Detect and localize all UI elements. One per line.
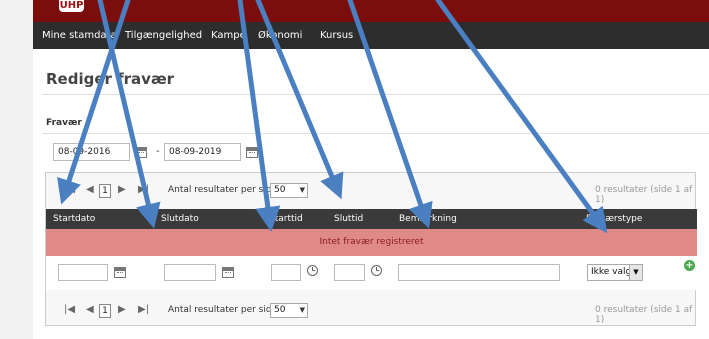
empty-state-message: Intet fravær registreret xyxy=(319,237,424,247)
per-page-select[interactable]: 50 ▼ xyxy=(270,303,308,318)
column-header-sluttid[interactable]: Sluttid xyxy=(334,209,363,229)
page: UHP Mine stamdata Tilgængelighed Kampe Ø… xyxy=(0,0,709,339)
section-label: Fravær xyxy=(46,118,82,128)
pager-status: 0 resultater (side 1 af 1) xyxy=(595,305,693,325)
first-page-icon[interactable]: |◀ xyxy=(64,184,75,195)
column-header-startdato[interactable]: Startdato xyxy=(53,209,95,229)
add-icon[interactable]: + xyxy=(684,260,695,271)
left-gutter xyxy=(0,0,33,339)
nav-item-okonomi[interactable]: Økonomi xyxy=(258,22,302,49)
prev-page-icon[interactable]: ◀ xyxy=(86,184,94,195)
page-title: Rediger fravær xyxy=(46,70,175,88)
nav-item-kampe[interactable]: Kampe xyxy=(211,22,246,49)
brand-logo[interactable]: UHP xyxy=(59,0,84,12)
new-end-time-input[interactable] xyxy=(334,264,365,281)
pager-bottom: |◀ ◀ 1 ▶ ▶| Antal resultater per side 50… xyxy=(46,298,697,325)
per-page-label: Antal resultater per side xyxy=(168,185,278,195)
per-page-label: Antal resultater per side xyxy=(168,305,278,315)
to-date-input[interactable]: 08-09-2019 xyxy=(164,143,241,161)
calendar-icon[interactable] xyxy=(246,147,258,158)
column-header-bemaerkning[interactable]: Bemærkning xyxy=(399,209,457,229)
absence-type-select[interactable]: Ikke valgt ▼ xyxy=(587,264,643,281)
new-start-date-input[interactable] xyxy=(58,264,108,281)
main-content: UHP Mine stamdata Tilgængelighed Kampe Ø… xyxy=(33,0,709,339)
per-page-select[interactable]: 50 ▼ xyxy=(270,183,308,198)
new-remark-input[interactable] xyxy=(398,264,560,281)
pager-current-page[interactable]: 1 xyxy=(99,304,111,318)
calendar-icon[interactable] xyxy=(135,147,147,158)
column-header-fravaerstype[interactable]: Fraværstype xyxy=(586,209,642,229)
from-date-input[interactable]: 08-09-2016 xyxy=(53,143,130,161)
prev-page-icon[interactable]: ◀ xyxy=(86,304,94,315)
clock-icon[interactable] xyxy=(307,265,318,276)
nav-item-mine-stamdata[interactable]: Mine stamdata xyxy=(42,22,117,49)
date-range-separator: - xyxy=(156,146,160,157)
next-page-icon[interactable]: ▶ xyxy=(118,184,126,195)
last-page-icon[interactable]: ▶| xyxy=(138,184,149,195)
pager-current-page[interactable]: 1 xyxy=(99,184,111,198)
new-end-date-input[interactable] xyxy=(164,264,216,281)
table-header: Startdato Slutdato Starttid Sluttid Bemæ… xyxy=(46,209,697,229)
clock-icon[interactable] xyxy=(371,265,382,276)
per-page-value: 50 xyxy=(274,305,286,315)
chevron-down-icon: ▼ xyxy=(299,186,305,194)
pager-status: 0 resultater (side 1 af 1) xyxy=(595,185,693,205)
new-absence-row: Ikke valgt ▼ + xyxy=(46,256,697,290)
column-header-slutdato[interactable]: Slutdato xyxy=(161,209,199,229)
next-page-icon[interactable]: ▶ xyxy=(118,304,126,315)
new-start-time-input[interactable] xyxy=(271,264,301,281)
chevron-down-icon: ▼ xyxy=(299,306,305,314)
absence-grid: |◀ ◀ 1 ▶ ▶| Antal resultater per side 50… xyxy=(45,172,697,326)
nav-item-tilgaengelighed[interactable]: Tilgængelighed xyxy=(125,22,202,49)
chevron-down-icon: ▼ xyxy=(629,265,642,280)
calendar-icon[interactable] xyxy=(114,267,126,278)
first-page-icon[interactable]: |◀ xyxy=(64,304,75,315)
per-page-value: 50 xyxy=(274,185,286,195)
brand-bar: UHP xyxy=(33,0,709,22)
last-page-icon[interactable]: ▶| xyxy=(138,304,149,315)
divider xyxy=(42,133,709,134)
divider xyxy=(42,94,709,95)
empty-state-row: Intet fravær registreret xyxy=(46,229,697,256)
main-nav: Mine stamdata Tilgængelighed Kampe Økono… xyxy=(33,22,709,49)
calendar-icon[interactable] xyxy=(222,267,234,278)
column-header-starttid[interactable]: Starttid xyxy=(269,209,303,229)
pager-top: |◀ ◀ 1 ▶ ▶| Antal resultater per side 50… xyxy=(46,178,697,205)
nav-item-kursus[interactable]: Kursus xyxy=(320,22,353,49)
